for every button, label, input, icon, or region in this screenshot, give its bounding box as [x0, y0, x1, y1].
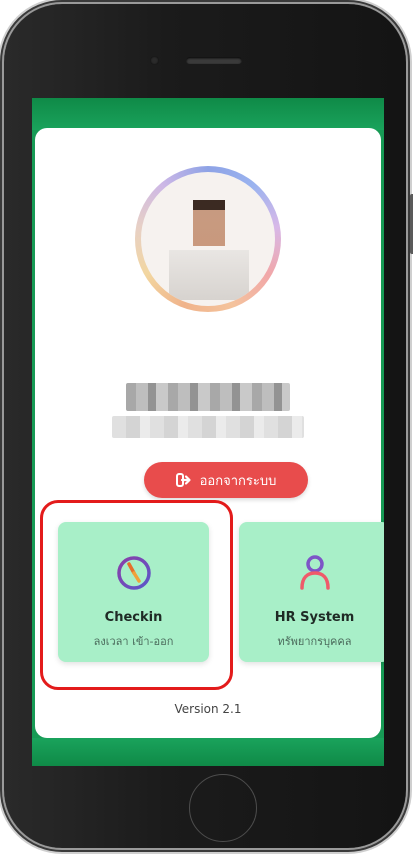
screenshot-stage: ออกจากระบบ Checkin ลงเวลา เข้า-ออก HR Sy… — [0, 0, 413, 854]
avatar — [135, 166, 281, 312]
user-position-redacted — [112, 416, 304, 438]
hr-system-subtitle: ทรัพยากรบุคคล — [277, 635, 352, 648]
user-name-redacted — [126, 383, 290, 411]
highlight-annotation — [40, 500, 233, 690]
user-icon — [300, 555, 330, 590]
sign-out-icon — [175, 473, 191, 487]
avatar-face-pixelated — [193, 200, 225, 246]
app-version: Version 2.1 — [174, 702, 242, 716]
hr-system-tile[interactable]: HR System ทรัพยากรบุคคล — [239, 522, 384, 662]
hr-system-title: HR System — [274, 610, 355, 625]
front-camera — [150, 56, 159, 65]
avatar-shirt-pixelated — [169, 250, 249, 300]
logout-button[interactable]: ออกจากระบบ — [144, 462, 308, 498]
home-button[interactable] — [189, 774, 257, 842]
phone-speaker — [186, 57, 242, 64]
avatar-photo — [141, 172, 275, 306]
footer-band — [32, 738, 384, 766]
logout-label: ออกจากระบบ — [199, 473, 277, 489]
header-band — [32, 98, 384, 130]
